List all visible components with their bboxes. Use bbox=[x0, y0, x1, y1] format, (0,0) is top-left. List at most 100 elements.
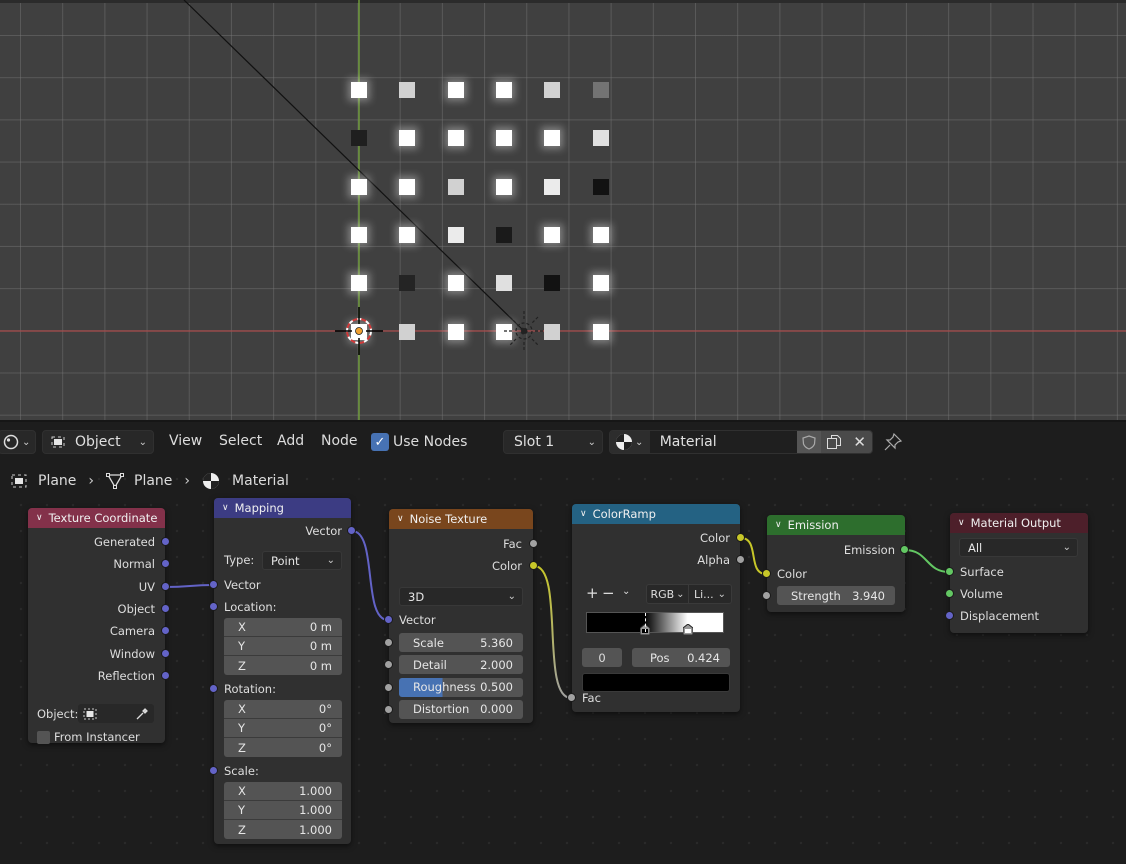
node-emission[interactable]: ∨ Emission Emission Color Strength 3.940 bbox=[762, 515, 909, 612]
node-header[interactable]: ∨ Emission bbox=[767, 515, 905, 535]
interpolation-dropdown[interactable]: Li... ⌄ bbox=[689, 585, 731, 603]
socket-location-in[interactable] bbox=[209, 602, 218, 611]
socket-label: Reflection bbox=[97, 668, 155, 683]
editor-type-selector[interactable]: ⌄ bbox=[0, 430, 36, 454]
roughness-field[interactable]: Roughness 0.500 bbox=[399, 677, 523, 697]
pin-button[interactable] bbox=[883, 432, 903, 455]
socket-label: Volume bbox=[960, 587, 1003, 601]
rotation-x-field[interactable]: X 0° bbox=[224, 700, 342, 719]
node-noise-texture[interactable]: ∨ Noise Texture Fac Color 3D ⌄ Vector Sc… bbox=[384, 509, 538, 723]
dimensions-value: 3D bbox=[408, 589, 425, 604]
socket-displacement-in[interactable] bbox=[945, 611, 954, 620]
scale-y-field[interactable]: Y 1.000 bbox=[224, 801, 342, 820]
use-nodes-toggle[interactable]: ✓ Use Nodes bbox=[371, 433, 467, 451]
ramp-menu-chevron-icon[interactable]: ⌄ bbox=[622, 586, 630, 597]
socket-alpha-out[interactable] bbox=[736, 555, 745, 564]
axis-label: Z bbox=[238, 658, 246, 673]
socket-window-out[interactable] bbox=[161, 648, 170, 658]
node-mapping[interactable]: ∨ Mapping Vector Type: Point ⌄ Vector Lo… bbox=[209, 498, 356, 844]
node-header[interactable]: ∨ Noise Texture bbox=[389, 509, 533, 529]
object-picker-field[interactable] bbox=[78, 704, 154, 723]
socket-volume-in[interactable] bbox=[945, 589, 954, 598]
socket-fac-out[interactable] bbox=[529, 539, 538, 548]
scale-z-field[interactable]: Z 1.000 bbox=[224, 820, 342, 839]
add-stop-button[interactable]: + bbox=[586, 584, 599, 602]
socket-scale-in[interactable] bbox=[209, 766, 218, 775]
detail-field[interactable]: Detail 2.000 bbox=[399, 655, 523, 675]
output-target-dropdown[interactable]: All ⌄ bbox=[959, 538, 1078, 557]
node-header[interactable]: ∨ ColorRamp bbox=[572, 504, 740, 524]
stop-color-swatch[interactable] bbox=[582, 673, 730, 692]
mapping-type-dropdown[interactable]: Point ⌄ bbox=[262, 551, 342, 570]
checkbox-checked-icon[interactable]: ✓ bbox=[371, 433, 389, 451]
socket-vector-in[interactable] bbox=[209, 580, 218, 589]
socket-vector-out[interactable] bbox=[347, 526, 356, 535]
stop-position-field[interactable]: Pos 0.424 bbox=[632, 648, 730, 667]
color-mode-dropdown[interactable]: RGB ⌄ bbox=[647, 585, 690, 603]
rotation-z-field[interactable]: Z 0° bbox=[224, 738, 342, 757]
socket-roughness-in[interactable] bbox=[384, 682, 393, 692]
socket-emission-out[interactable] bbox=[900, 545, 909, 554]
browse-material-button[interactable]: ⌄ bbox=[610, 431, 650, 453]
socket-distortion-in[interactable] bbox=[384, 704, 393, 714]
location-x-field[interactable]: X 0 m bbox=[224, 618, 342, 637]
node-header[interactable]: ∨ Material Output bbox=[950, 513, 1088, 533]
unlink-material-button[interactable]: ✕ bbox=[847, 431, 872, 453]
chevron-down-icon: ⌄ bbox=[635, 436, 644, 448]
remove-stop-button[interactable]: − bbox=[602, 584, 615, 602]
node-material-output[interactable]: ∨ Material Output All ⌄ Surface Volume Dis… bbox=[945, 513, 1088, 633]
location-y-field[interactable]: Y 0 m bbox=[224, 637, 342, 656]
socket-strength-in[interactable] bbox=[762, 591, 771, 600]
socket-color-in[interactable] bbox=[762, 569, 771, 578]
scale-x-field[interactable]: X 1.000 bbox=[224, 782, 342, 801]
color-ramp-gradient[interactable] bbox=[586, 612, 724, 636]
socket-generated-out[interactable] bbox=[161, 537, 170, 546]
node-editor-canvas[interactable]: Plane › Plane › Material ∨ Texture Coord… bbox=[0, 460, 1126, 864]
checkbox-unchecked-icon[interactable] bbox=[37, 730, 50, 744]
noise-dimensions-dropdown[interactable]: 3D ⌄ bbox=[399, 587, 523, 606]
scale-field[interactable]: Scale 5.360 bbox=[399, 633, 523, 652]
3d-viewport[interactable] bbox=[0, 0, 1126, 420]
socket-uv-out[interactable] bbox=[161, 581, 170, 591]
mode-dropdown[interactable]: Object ⌄ bbox=[42, 430, 154, 454]
socket-rotation-in[interactable] bbox=[209, 684, 218, 693]
collapse-chevron-icon[interactable]: ∨ bbox=[222, 503, 229, 513]
active-stop-index[interactable]: 0 bbox=[582, 648, 622, 667]
socket-reflection-out[interactable] bbox=[161, 670, 170, 680]
node-colorramp[interactable]: ∨ ColorRamp Color Alpha + − ⌄ RGB ⌄ Li...… bbox=[567, 504, 745, 712]
collapse-chevron-icon[interactable]: ∨ bbox=[580, 509, 587, 519]
collapse-chevron-icon[interactable]: ∨ bbox=[958, 518, 965, 528]
node-header[interactable]: ∨ Texture Coordinate bbox=[28, 508, 165, 528]
location-z-field[interactable]: Z 0 m bbox=[224, 656, 342, 675]
rotation-y-field[interactable]: Y 0° bbox=[224, 719, 342, 738]
socket-vector-in[interactable] bbox=[384, 615, 393, 624]
output-color: Color bbox=[572, 529, 730, 547]
color-stop-handle[interactable] bbox=[682, 623, 694, 636]
socket-fac-in[interactable] bbox=[567, 693, 576, 702]
menu-node[interactable]: Node bbox=[321, 433, 358, 449]
node-header[interactable]: ∨ Mapping bbox=[214, 498, 351, 518]
duplicate-material-button[interactable] bbox=[821, 431, 848, 453]
output-uv: UV bbox=[28, 578, 155, 596]
socket-color-out[interactable] bbox=[736, 533, 745, 542]
collapse-chevron-icon[interactable]: ∨ bbox=[36, 513, 43, 523]
strength-field[interactable]: Strength 3.940 bbox=[777, 586, 895, 605]
distortion-field[interactable]: Distortion 0.000 bbox=[399, 699, 523, 719]
eyedropper-icon[interactable] bbox=[135, 707, 149, 721]
socket-detail-in[interactable] bbox=[384, 660, 393, 670]
socket-color-out[interactable] bbox=[529, 561, 538, 570]
output-object: Object bbox=[28, 600, 155, 618]
fake-user-button[interactable] bbox=[796, 431, 822, 453]
slot-dropdown[interactable]: Slot 1 ⌄ bbox=[503, 430, 603, 454]
collapse-chevron-icon[interactable]: ∨ bbox=[775, 520, 782, 530]
collapse-chevron-icon[interactable]: ∨ bbox=[397, 514, 404, 524]
socket-scale-in[interactable] bbox=[384, 638, 393, 647]
socket-object-out[interactable] bbox=[161, 603, 170, 613]
menu-select[interactable]: Select bbox=[219, 433, 262, 449]
menu-view[interactable]: View bbox=[169, 433, 202, 449]
material-name-field[interactable]: Material bbox=[649, 431, 797, 453]
socket-surface-in[interactable] bbox=[945, 567, 954, 576]
node-texture-coordinate[interactable]: ∨ Texture Coordinate Generated Normal UV Ob… bbox=[28, 508, 170, 744]
menu-add[interactable]: Add bbox=[277, 433, 304, 449]
from-instancer-checkbox[interactable]: From Instancer bbox=[37, 730, 140, 744]
